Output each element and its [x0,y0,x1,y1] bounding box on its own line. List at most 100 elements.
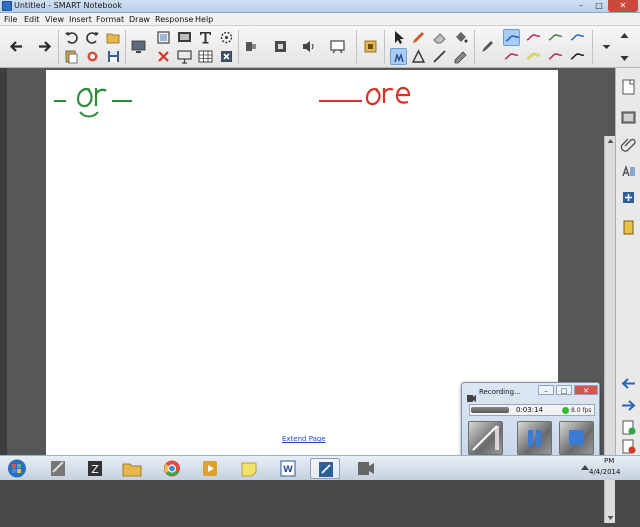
display-icon[interactable] [130,38,147,55]
recorder-icon [467,388,476,402]
open-file-icon[interactable] [105,29,122,46]
lesson-activity-icon[interactable] [619,218,638,237]
pen-color-5[interactable] [503,48,520,65]
pen-icon[interactable] [390,48,407,65]
extend-page-link[interactable]: Extend Page [282,435,326,443]
title-bar: Untitled - SMART Notebook – □ ✕ [0,0,640,13]
magic-pen-icon[interactable] [452,48,469,65]
page-sorter-icon[interactable] [619,78,638,97]
side-add-page-icon[interactable] [619,418,638,437]
smart-notebook-task-icon[interactable] [310,458,340,479]
save-icon[interactable] [105,48,122,65]
pen-color-8[interactable] [569,48,586,65]
recorder-task-icon[interactable] [351,458,381,479]
whiteboard-icon[interactable] [329,38,346,55]
pen-color-6[interactable] [525,48,542,65]
back-arrow-icon[interactable] [8,38,25,55]
menu-file[interactable]: File [4,13,17,26]
document-camera-icon[interactable] [242,38,259,55]
redo-icon[interactable] [84,29,101,46]
recording-restore-button[interactable]: □ [556,385,572,395]
shape-icon[interactable] [410,48,427,65]
paste-icon[interactable] [63,48,80,65]
magic-icon[interactable] [218,29,235,46]
left-dock [0,68,7,455]
side-arrow-right-icon[interactable] [619,396,638,415]
screen-shade-icon[interactable] [84,48,101,65]
pen-color-1[interactable] [503,29,520,46]
menu-bar: File Edit View Insert Format Draw Respon… [0,13,640,26]
toolbar-up-icon[interactable] [616,29,633,46]
minimize-button[interactable]: – [572,0,590,12]
record-mode-button[interactable] [468,421,503,455]
tray-arrow-icon[interactable] [570,458,589,479]
window-title: Untitled - SMART Notebook [14,1,122,10]
gallery-tab-icon[interactable] [619,108,638,127]
text-tool-icon[interactable] [197,29,214,46]
creative-pen-icon[interactable] [410,29,427,46]
full-screen-icon[interactable] [176,29,193,46]
highlighter-icon[interactable] [479,38,496,55]
attachments-icon[interactable] [619,134,638,153]
start-orb-icon[interactable] [2,458,32,479]
side-tabs [615,68,640,455]
recording-minimize-button[interactable]: – [538,385,554,395]
toolbar-dropdown-icon[interactable] [598,38,611,55]
delete-icon[interactable] [155,48,172,65]
eraser-icon[interactable] [431,29,448,46]
stop-button[interactable] [559,421,594,455]
clock-time[interactable]: PM [604,457,614,465]
addons-icon[interactable] [619,188,638,207]
recording-fps: 8.0 fps [571,407,592,414]
explorer-icon[interactable] [117,458,147,479]
maximize-button[interactable]: □ [590,0,608,12]
toolbar-down-icon[interactable] [616,48,633,65]
properties-icon[interactable] [619,162,638,181]
pen-color-2[interactable] [525,29,542,46]
toolbar [0,26,640,68]
svg-text:Z: Z [91,463,99,476]
pen-color-7[interactable] [547,48,564,65]
table-icon[interactable] [197,48,214,65]
media-player-icon[interactable] [195,458,225,479]
smart-notebook-icon [2,1,12,11]
svg-text:W: W [283,465,293,475]
clock-date[interactable]: 4/4/2014 [589,468,620,476]
taskbar: Z W PM 4/4/2014 [0,455,640,480]
screen-capture-icon[interactable] [176,48,193,65]
pen-color-4[interactable] [569,29,586,46]
sound-icon[interactable] [300,38,317,55]
menu-edit[interactable]: Edit [24,13,40,26]
side-arrow-left-icon[interactable] [619,374,638,393]
capture-icon[interactable] [155,29,172,46]
fill-icon[interactable] [452,29,469,46]
recording-title: Recording... [479,388,521,396]
zoomit-icon[interactable]: Z [80,458,110,479]
menu-help[interactable]: Help [195,13,213,26]
chrome-icon[interactable] [157,458,187,479]
record-icon[interactable] [272,38,289,55]
close-button[interactable]: ✕ [608,0,638,12]
recording-dialog: Recording... – □ ✕ 0:03:14 8.0 fps [461,382,600,460]
undo-icon[interactable] [63,29,80,46]
notebook-icon[interactable] [43,458,73,479]
menu-format[interactable]: Format [96,13,124,26]
recording-close-button[interactable]: ✕ [574,385,598,395]
select-icon[interactable] [390,29,407,46]
line-icon[interactable] [431,48,448,65]
menu-view[interactable]: View [45,13,64,26]
menu-draw[interactable]: Draw [129,13,150,26]
close-page-icon[interactable] [218,48,235,65]
gallery-icon[interactable] [362,38,379,55]
side-delete-page-icon[interactable] [619,437,638,456]
pause-button[interactable] [517,421,552,455]
ink-green-or[interactable] [54,88,132,118]
sticky-notes-icon[interactable] [234,458,264,479]
pen-color-3[interactable] [547,29,564,46]
forward-arrow-icon[interactable] [36,38,53,55]
menu-response[interactable]: Response [155,13,193,26]
menu-insert[interactable]: Insert [69,13,92,26]
ink-red-ore[interactable] [319,86,411,106]
volume-slider[interactable] [471,407,509,413]
word-icon[interactable]: W [273,458,303,479]
